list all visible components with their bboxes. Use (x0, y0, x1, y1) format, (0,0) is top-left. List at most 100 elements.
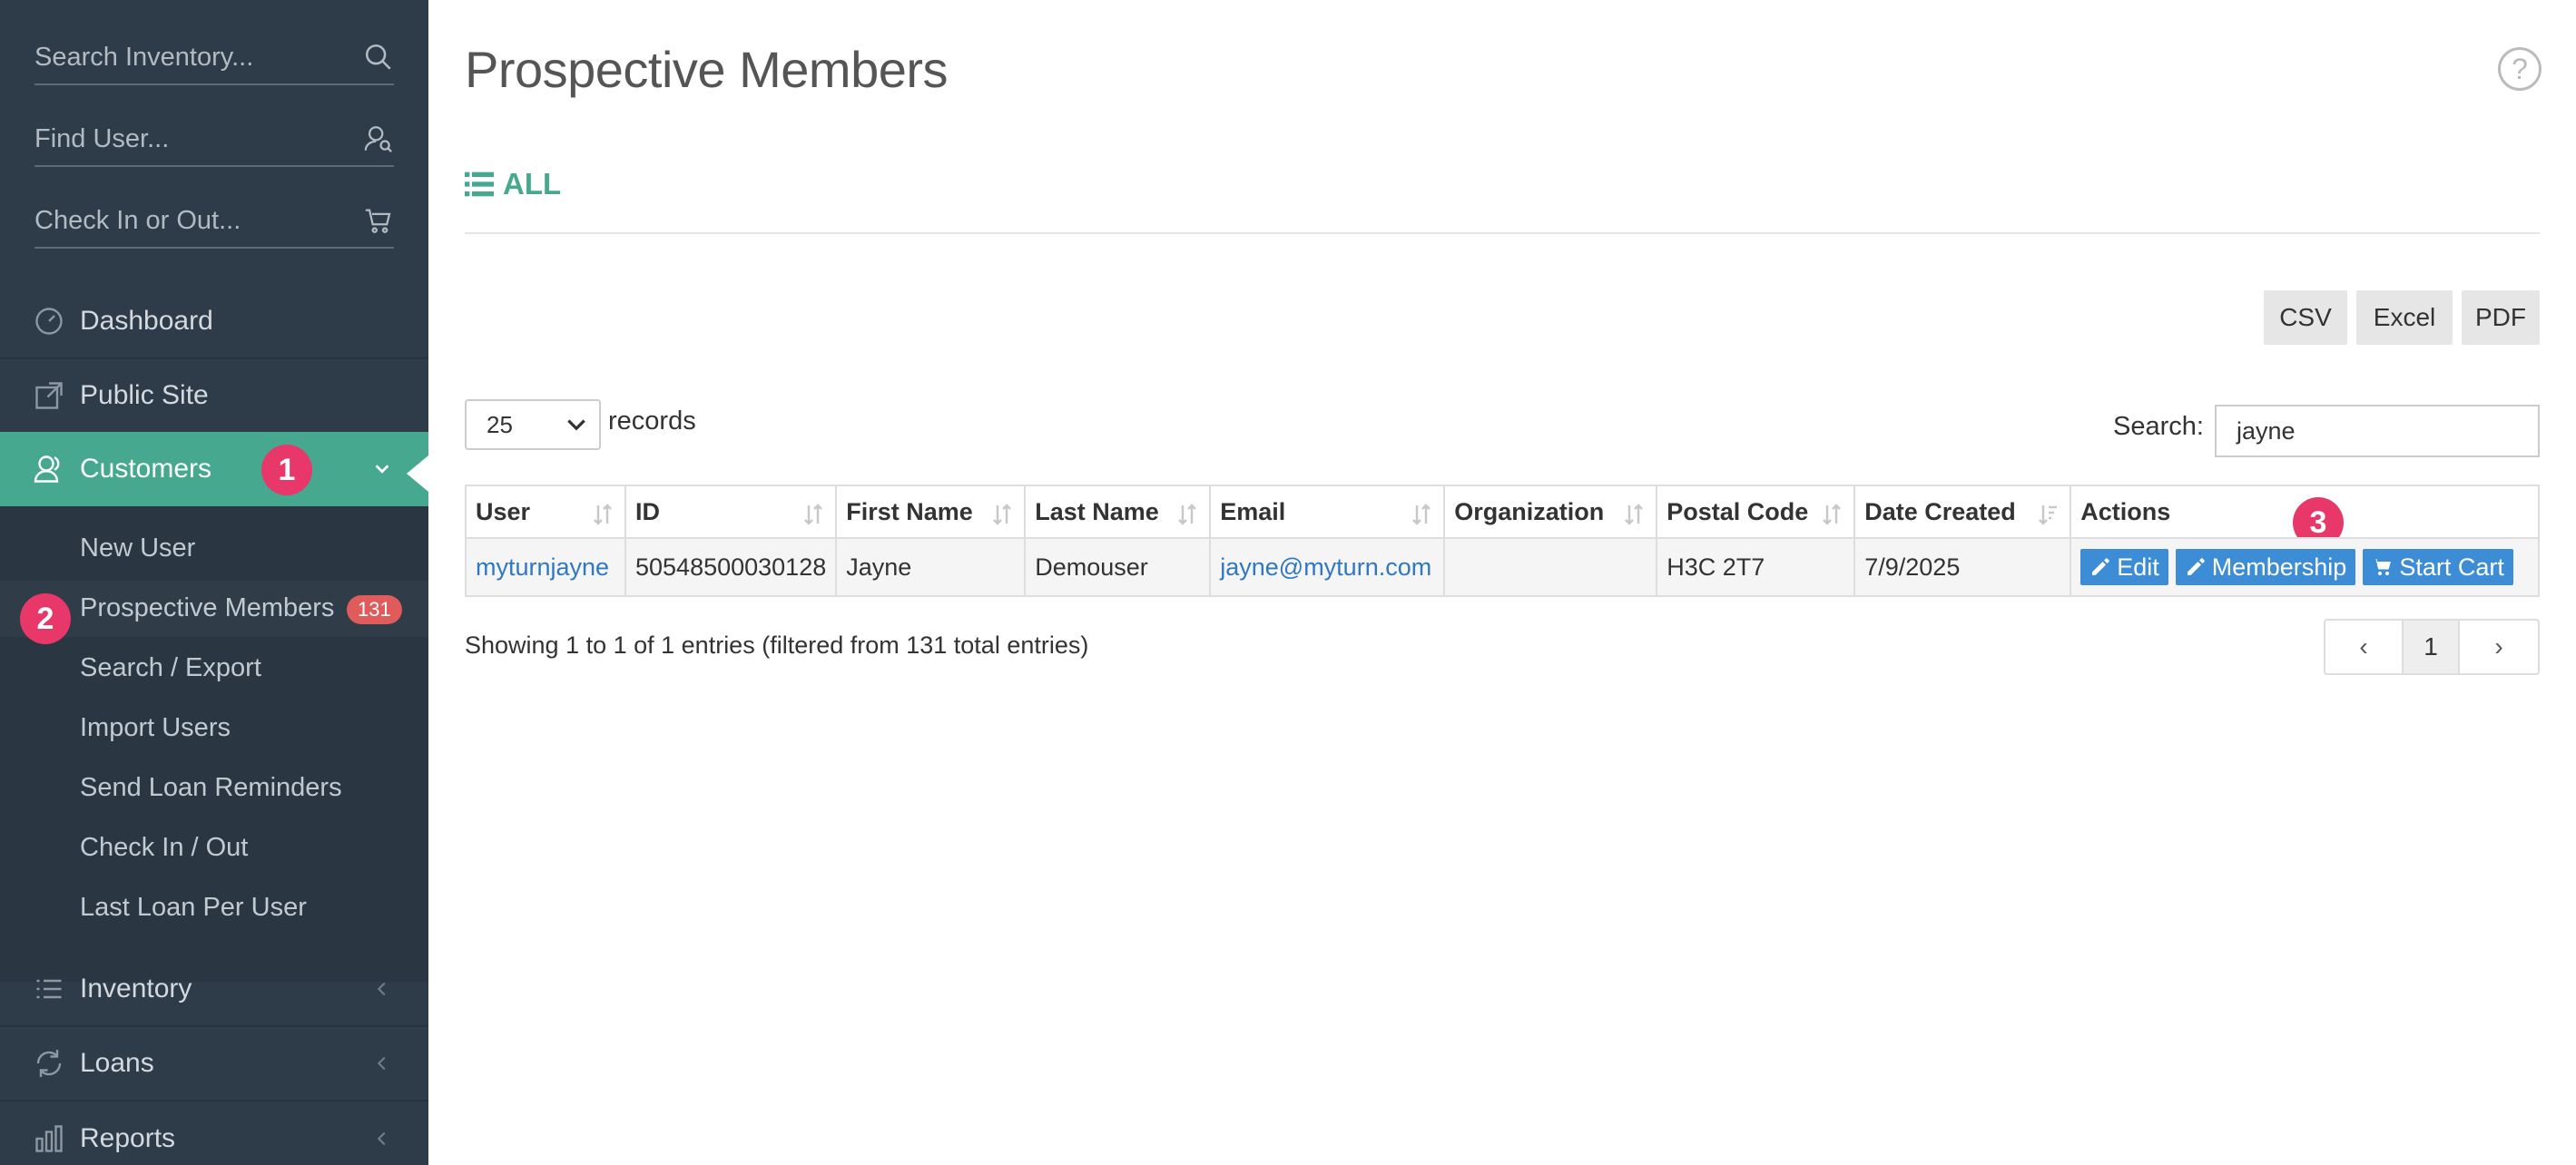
cell-organization (1443, 537, 1658, 597)
column-header-postal-code[interactable]: Postal Code (1656, 485, 1856, 539)
cell-first-name: Jayne (835, 537, 1027, 597)
membership-button[interactable]: Membership (2175, 549, 2356, 585)
members-table: User ID First Name Last Name Email Organ… (465, 485, 2540, 597)
cell-postal-code: H3C 2T7 (1656, 537, 1856, 597)
cart-icon (2373, 559, 2392, 575)
sidebar: Search Inventory... Find User... Check I… (0, 0, 428, 1165)
chevron-left-icon (377, 1056, 386, 1071)
divider (465, 232, 2540, 234)
pencil-icon (2092, 558, 2109, 575)
nav-dashboard-label: Dashboard (80, 306, 213, 336)
pagination-page-current[interactable]: 1 (2404, 621, 2460, 673)
external-link-icon (35, 382, 63, 409)
table-search-value: jayne (2237, 416, 2296, 445)
bar-chart-icon (35, 1125, 63, 1152)
search-icon (365, 44, 391, 70)
sort-icon (1625, 504, 1644, 525)
step-marker-1: 1 (261, 445, 312, 495)
chevron-left-icon (377, 1131, 386, 1146)
chevron-down-icon (375, 465, 389, 474)
cell-email: jayne@myturn.com (1209, 537, 1446, 597)
refresh-icon (36, 1050, 62, 1077)
csv-button[interactable]: CSV (2264, 290, 2347, 345)
sort-icon (1823, 504, 1842, 525)
sort-icon (804, 504, 823, 525)
submenu-import-users[interactable]: Import Users (80, 713, 231, 743)
cell-date-created: 7/9/2025 (1853, 537, 2072, 597)
submenu-send-loan-reminders[interactable]: Send Loan Reminders (80, 773, 342, 803)
start-cart-button[interactable]: Start Cart (2363, 549, 2513, 585)
search-inventory-input[interactable]: Search Inventory... (34, 31, 394, 85)
filter-all-label: ALL (503, 167, 562, 201)
records-length-value: 25 (487, 410, 513, 438)
nav-reports[interactable]: Reports (0, 1101, 428, 1165)
pagination: ‹ 1 › (2324, 619, 2540, 675)
column-header-first-name[interactable]: First Name (835, 485, 1027, 539)
chevron-left-icon (377, 982, 386, 996)
find-user-input[interactable]: Find User... (34, 113, 394, 167)
step-marker-2: 2 (20, 593, 71, 644)
column-header-user[interactable]: User (465, 485, 626, 539)
pagination-prev[interactable]: ‹ (2325, 621, 2404, 673)
users-icon (34, 455, 60, 483)
edit-button[interactable]: Edit (2080, 549, 2168, 585)
table-search-input[interactable]: jayne (2215, 405, 2540, 457)
active-notch (407, 455, 428, 492)
pdf-button[interactable]: PDF (2462, 290, 2540, 345)
nav-loans-label: Loans (80, 1048, 154, 1078)
nav-reports-label: Reports (80, 1123, 176, 1153)
page-title: Prospective Members (465, 41, 949, 98)
records-length-select[interactable]: 25 (465, 399, 601, 450)
cell-id: 50548500030128 (624, 537, 838, 597)
nav-dashboard[interactable]: Dashboard (0, 285, 428, 359)
submenu-new-user[interactable]: New User (80, 534, 195, 563)
cart-icon (365, 209, 391, 233)
nav-inventory-label: Inventory (80, 974, 192, 1003)
cell-last-name: Demouser (1024, 537, 1212, 597)
column-header-actions: Actions (2070, 485, 2540, 539)
column-header-id[interactable]: ID (624, 485, 838, 539)
sort-icon (993, 504, 1012, 525)
list-icon (465, 171, 494, 197)
nav-customers[interactable]: Customers (0, 432, 428, 506)
prospective-members-count-badge: 131 (347, 595, 402, 624)
list-icon (36, 979, 62, 999)
column-header-email[interactable]: Email (1209, 485, 1446, 539)
records-label: records (608, 406, 696, 436)
nav-customers-label: Customers (80, 454, 212, 484)
find-user-placeholder: Find User... (34, 123, 170, 153)
submenu-search-export[interactable]: Search / Export (80, 653, 261, 683)
pagination-next[interactable]: › (2460, 621, 2538, 673)
cell-user: myturnjayne (465, 537, 626, 597)
customers-submenu: New User Prospective Members 131 Search … (0, 506, 428, 982)
nav-inventory[interactable]: Inventory (0, 953, 428, 1027)
nav-public-site-label: Public Site (80, 380, 209, 410)
sort-icon (594, 504, 612, 525)
column-header-last-name[interactable]: Last Name (1024, 485, 1212, 539)
table-info: Showing 1 to 1 of 1 entries (filtered fr… (465, 631, 1089, 659)
table-row: myturnjayne 50548500030128 Jayne Demouse… (465, 537, 2540, 597)
column-header-organization[interactable]: Organization (1443, 485, 1658, 539)
column-header-date-created[interactable]: Date Created (1853, 485, 2072, 539)
check-in-out-input[interactable]: Check In or Out... (34, 194, 394, 249)
chevron-down-icon (567, 419, 585, 431)
nav-public-site[interactable]: Public Site (0, 359, 428, 434)
filter-all-link[interactable]: ALL (465, 167, 561, 201)
cell-actions: Edit Membership Start Cart (2070, 537, 2540, 597)
table-header-row: User ID First Name Last Name Email Organ… (465, 485, 2540, 539)
submenu-check-in-out[interactable]: Check In / Out (80, 833, 248, 863)
email-link[interactable]: jayne@myturn.com (1220, 553, 1431, 581)
search-label: Search: (2113, 412, 2204, 441)
sort-icon (1178, 504, 1197, 525)
submenu-prospective-members[interactable]: Prospective Members (80, 593, 334, 623)
main-content: Prospective Members ? ALL CSV Excel PDF … (428, 0, 2576, 1165)
nav-loans[interactable]: Loans (0, 1027, 428, 1101)
search-inventory-placeholder: Search Inventory... (34, 42, 254, 72)
user-link[interactable]: myturnjayne (476, 553, 609, 581)
submenu-last-loan-per-user[interactable]: Last Loan Per User (80, 893, 307, 923)
find-user-icon (364, 126, 392, 152)
pencil-icon (2187, 558, 2205, 575)
dashboard-icon (35, 308, 63, 335)
help-icon[interactable]: ? (2498, 47, 2542, 91)
excel-button[interactable]: Excel (2356, 290, 2453, 345)
